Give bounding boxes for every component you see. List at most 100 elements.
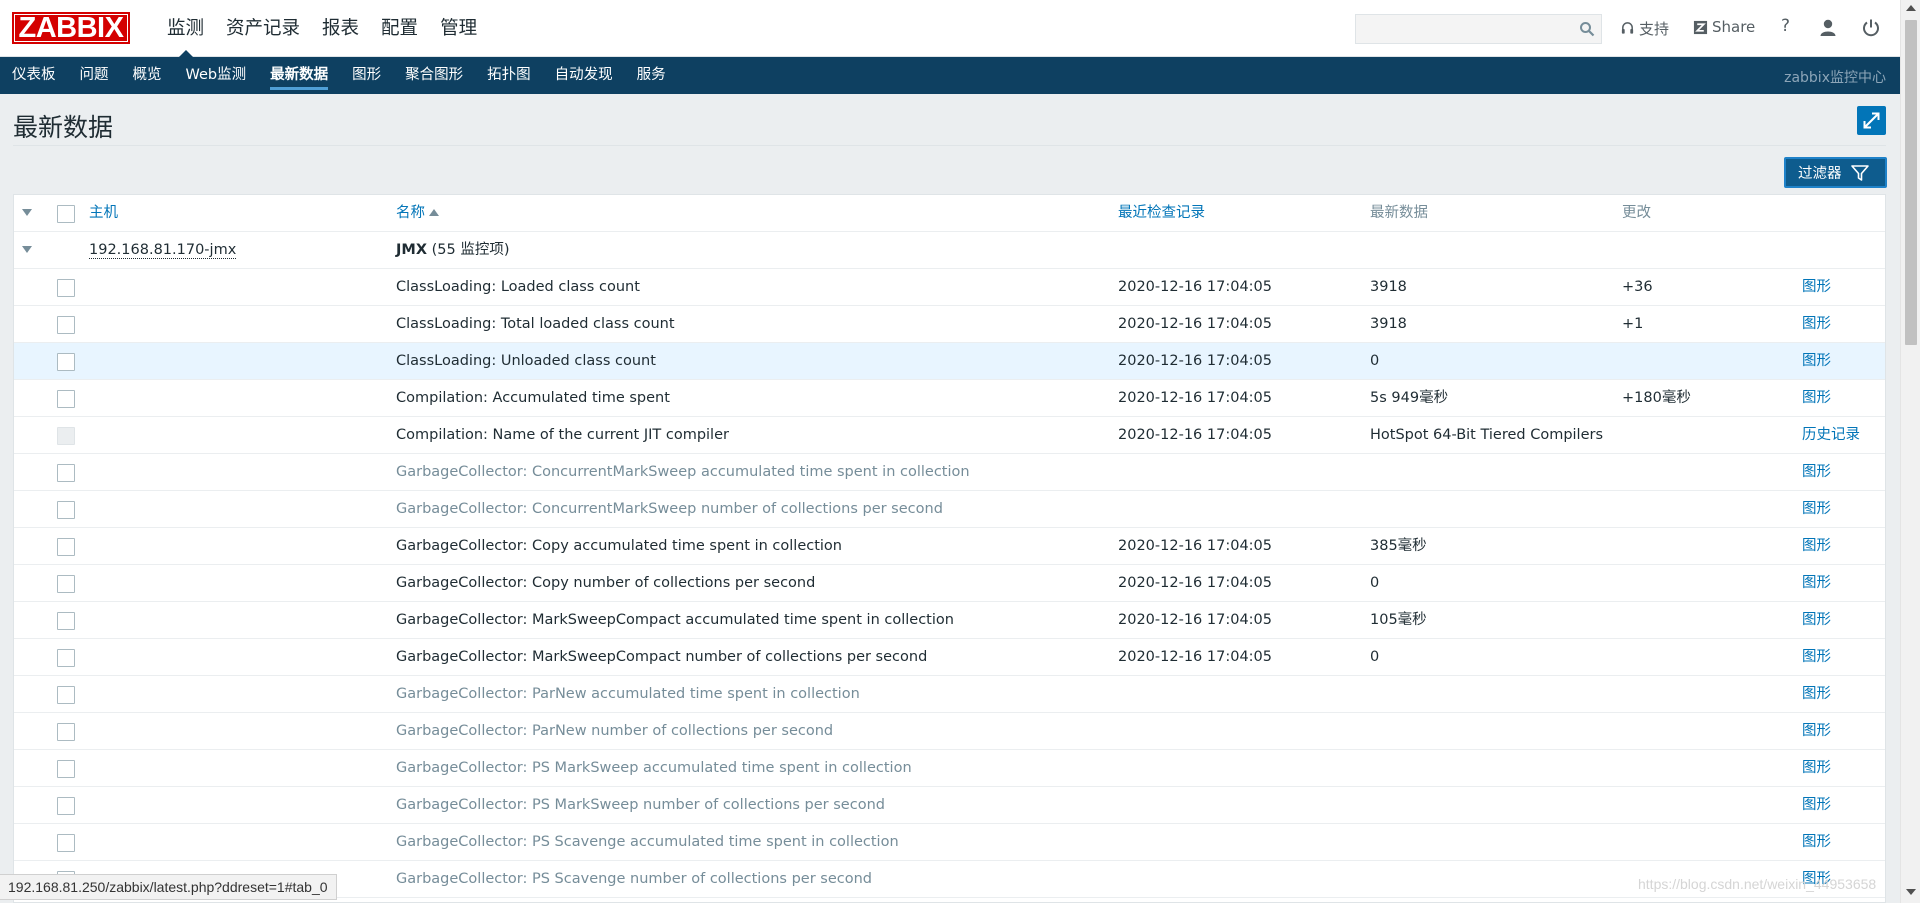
- row-checkbox[interactable]: [57, 316, 75, 334]
- graph-link[interactable]: 图形: [1802, 649, 1831, 665]
- table-row: GarbageCollector: Copy number of collect…: [14, 565, 1885, 602]
- group-collapse-toggle[interactable]: [22, 246, 32, 253]
- submenu-problems[interactable]: 问题: [68, 57, 121, 94]
- help-link[interactable]: ?: [1781, 16, 1790, 36]
- row-checkbox[interactable]: [57, 834, 75, 852]
- item-action-cell: 图形: [1802, 528, 1831, 565]
- header-name-label: 名称: [396, 205, 425, 221]
- search-icon[interactable]: [1579, 21, 1595, 37]
- item-last-value: 3918: [1370, 279, 1407, 295]
- headset-icon: [1621, 22, 1634, 34]
- graph-link[interactable]: 图形: [1802, 464, 1831, 480]
- scroll-down-arrow-icon[interactable]: [1906, 889, 1916, 895]
- header-name[interactable]: 名称: [396, 195, 439, 232]
- filter-label: 过滤器: [1798, 166, 1842, 182]
- row-checkbox[interactable]: [57, 686, 75, 704]
- submenu-dashboard[interactable]: 仪表板: [0, 57, 68, 94]
- search-input[interactable]: [1356, 15, 1571, 43]
- submenu-graphs[interactable]: 图形: [340, 57, 393, 94]
- menu-administration[interactable]: 管理: [429, 0, 488, 57]
- submenu-discovery[interactable]: 自动发现: [543, 57, 625, 94]
- graph-link[interactable]: 图形: [1802, 723, 1831, 739]
- row-checkbox[interactable]: [57, 760, 75, 778]
- share-z-icon: [1693, 20, 1708, 34]
- table-row: Compilation: Accumulated time spent 2020-…: [14, 380, 1885, 417]
- menu-monitoring[interactable]: 监测: [156, 0, 215, 58]
- item-change: +1: [1622, 316, 1644, 332]
- graph-link[interactable]: 图形: [1802, 353, 1831, 369]
- item-name: GarbageCollector: ConcurrentMarkSweep nu…: [396, 501, 943, 517]
- header-change: 更改: [1622, 205, 1651, 221]
- graph-link[interactable]: 图形: [1802, 612, 1831, 628]
- menu-inventory[interactable]: 资产记录: [215, 0, 311, 57]
- item-action-cell: 图形: [1802, 787, 1831, 824]
- table-row: GarbageCollector: Copy accumulated time …: [14, 528, 1885, 565]
- fullscreen-button[interactable]: [1857, 106, 1886, 135]
- menu-reports[interactable]: 报表: [311, 0, 370, 57]
- scroll-up-arrow-icon[interactable]: [1906, 5, 1916, 11]
- item-name: GarbageCollector: Copy number of collect…: [396, 575, 816, 591]
- select-all-checkbox[interactable]: [57, 205, 75, 223]
- host-link[interactable]: 192.168.81.170-jmx: [89, 242, 237, 259]
- graph-link[interactable]: 图形: [1802, 834, 1831, 850]
- item-name: ClassLoading: Loaded class count: [396, 279, 640, 295]
- submenu-maps[interactable]: 拓扑图: [475, 57, 543, 94]
- row-checkbox[interactable]: [57, 797, 75, 815]
- row-checkbox[interactable]: [57, 612, 75, 630]
- submenu-web[interactable]: Web监测: [174, 57, 259, 94]
- submenu-latest-data[interactable]: 最新数据: [258, 57, 340, 94]
- history-link[interactable]: 历史记录: [1802, 427, 1860, 443]
- graph-link[interactable]: 图形: [1802, 279, 1831, 295]
- filter-toggle-button[interactable]: 过滤器: [1784, 157, 1887, 188]
- item-name: Compilation: Accumulated time spent: [396, 390, 670, 406]
- row-checkbox[interactable]: [57, 353, 75, 371]
- item-last-value: 0: [1370, 575, 1380, 591]
- share-link[interactable]: Share: [1693, 18, 1755, 36]
- item-last-check: 2020-12-16 17:04:05: [1118, 316, 1272, 332]
- logout-power-icon[interactable]: [1860, 17, 1882, 39]
- row-checkbox[interactable]: [57, 649, 75, 667]
- table-row: GarbageCollector: MarkSweepCompact numbe…: [14, 639, 1885, 676]
- item-last-value: 3918: [1370, 316, 1407, 332]
- row-checkbox[interactable]: [57, 501, 75, 519]
- support-label: 支持: [1639, 20, 1670, 38]
- graph-link[interactable]: 图形: [1802, 686, 1831, 702]
- item-name: GarbageCollector: Copy accumulated time …: [396, 538, 842, 554]
- header-last-check[interactable]: 最近检查记录: [1118, 195, 1205, 232]
- row-checkbox[interactable]: [57, 723, 75, 741]
- item-action-cell: 图形: [1802, 454, 1831, 491]
- submenu-screens[interactable]: 聚合图形: [393, 57, 475, 94]
- collapse-all-toggle[interactable]: [22, 209, 32, 216]
- row-checkbox[interactable]: [57, 390, 75, 408]
- row-checkbox[interactable]: [57, 575, 75, 593]
- graph-link[interactable]: 图形: [1802, 501, 1831, 517]
- submenu-overview[interactable]: 概览: [121, 57, 174, 94]
- header-host[interactable]: 主机: [89, 195, 118, 232]
- row-checkbox[interactable]: [57, 464, 75, 482]
- expand-icon: [1863, 112, 1880, 129]
- item-name: GarbageCollector: ConcurrentMarkSweep ac…: [396, 464, 970, 480]
- scroll-thumb[interactable]: [1905, 20, 1917, 345]
- support-link[interactable]: 支持: [1620, 18, 1669, 39]
- graph-link[interactable]: 图形: [1802, 390, 1831, 406]
- user-profile-icon[interactable]: [1817, 17, 1839, 39]
- graph-link[interactable]: 图形: [1802, 316, 1831, 332]
- zabbix-logo[interactable]: ZABBIX: [12, 12, 130, 44]
- menu-configuration[interactable]: 配置: [370, 0, 429, 57]
- watermark: https://blog.csdn.net/weixin_44953658: [1638, 876, 1877, 892]
- graph-link[interactable]: 图形: [1802, 538, 1831, 554]
- table-row: ClassLoading: Total loaded class count 20…: [14, 306, 1885, 343]
- item-action-cell: 图形: [1802, 306, 1831, 343]
- graph-link[interactable]: 图形: [1802, 575, 1831, 591]
- app-name: JMX: [396, 242, 428, 258]
- row-checkbox[interactable]: [57, 538, 75, 556]
- item-name: GarbageCollector: MarkSweepCompact numbe…: [396, 649, 928, 665]
- table-row: ClassLoading: Unloaded class count 2020-1…: [14, 343, 1885, 380]
- table-row: Compilation: Name of the current JIT com…: [14, 417, 1885, 454]
- page-scrollbar[interactable]: [1900, 0, 1920, 903]
- graph-link[interactable]: 图形: [1802, 760, 1831, 776]
- submenu-services[interactable]: 服务: [625, 57, 678, 94]
- graph-link[interactable]: 图形: [1802, 797, 1831, 813]
- item-action-cell: 图形: [1802, 343, 1831, 380]
- row-checkbox[interactable]: [57, 279, 75, 297]
